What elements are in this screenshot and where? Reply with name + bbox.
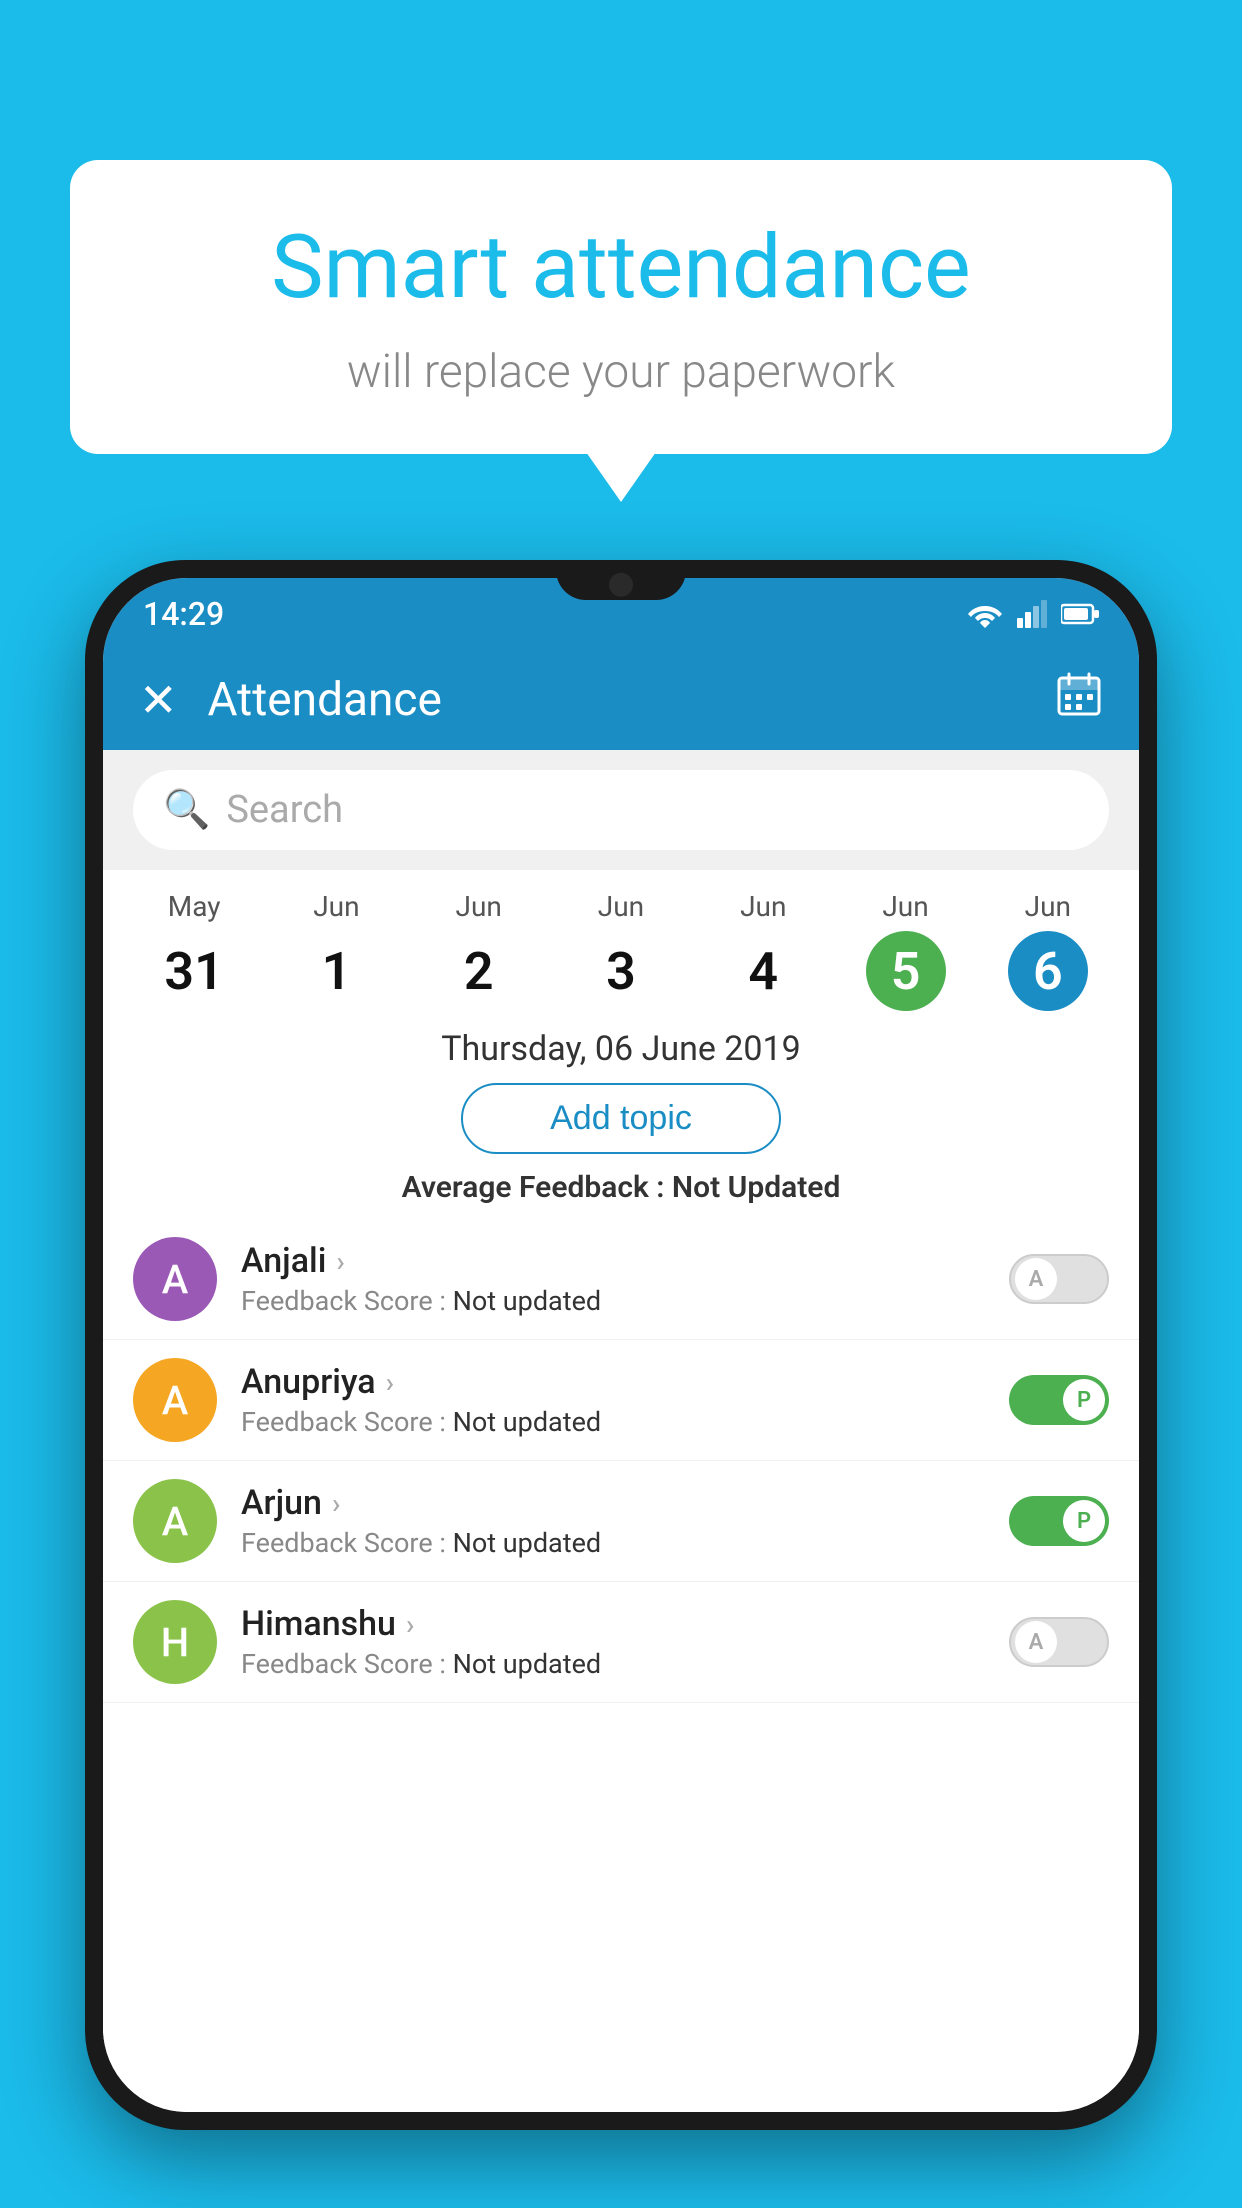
battery-icon xyxy=(1061,602,1099,626)
speech-bubble-subtitle: will replace your paperwork xyxy=(130,345,1112,399)
toggle-wrap-2[interactable]: P xyxy=(1009,1496,1109,1546)
toggle-knob-2: P xyxy=(1063,1500,1105,1542)
avg-feedback-value: Not Updated xyxy=(672,1170,840,1205)
student-info-0: Anjali › Feedback Score : Not updated xyxy=(241,1241,985,1317)
cal-date-label: 2 xyxy=(439,931,519,1011)
toggle-wrap-3[interactable]: A xyxy=(1009,1617,1109,1667)
cal-month-label: Jun xyxy=(550,890,692,923)
toggle-knob-3: A xyxy=(1015,1621,1057,1663)
attendance-toggle-1[interactable]: P xyxy=(1009,1375,1109,1425)
status-icons xyxy=(967,600,1099,628)
search-icon: 🔍 xyxy=(163,788,210,832)
cal-day-1[interactable]: Jun 1 xyxy=(265,890,407,1011)
avg-feedback-label: Average Feedback : xyxy=(402,1170,665,1205)
student-item-2[interactable]: A Arjun › Feedback Score : Not updated P xyxy=(103,1461,1139,1582)
search-container: 🔍 Search xyxy=(103,750,1139,870)
cal-date-label: 4 xyxy=(723,931,803,1011)
student-name-0: Anjali › xyxy=(241,1241,985,1281)
attendance-toggle-0[interactable]: A xyxy=(1009,1254,1109,1304)
cal-day-5[interactable]: Jun 5 xyxy=(834,890,976,1011)
close-button[interactable]: ✕ xyxy=(139,673,178,728)
chevron-icon: › xyxy=(386,1366,394,1399)
add-topic-button[interactable]: Add topic xyxy=(461,1083,781,1154)
student-feedback-2: Feedback Score : Not updated xyxy=(241,1527,985,1559)
calendar-icon[interactable] xyxy=(1055,670,1103,730)
chevron-icon: › xyxy=(332,1487,340,1520)
cal-date-label: 6 xyxy=(1008,931,1088,1011)
cal-day-6[interactable]: Jun 6 xyxy=(977,890,1119,1011)
student-item-3[interactable]: H Himanshu › Feedback Score : Not updated A xyxy=(103,1582,1139,1703)
status-time: 14:29 xyxy=(143,595,224,633)
student-feedback-1: Feedback Score : Not updated xyxy=(241,1406,985,1438)
student-feedback-0: Feedback Score : Not updated xyxy=(241,1285,985,1317)
student-avatar-3: H xyxy=(133,1600,217,1684)
cal-day-3[interactable]: Jun 3 xyxy=(550,890,692,1011)
cal-date-label: 1 xyxy=(296,931,376,1011)
cal-month-label: Jun xyxy=(265,890,407,923)
student-name-3: Himanshu › xyxy=(241,1604,985,1644)
cal-day-4[interactable]: Jun 4 xyxy=(692,890,834,1011)
student-name-1: Anupriya › xyxy=(241,1362,985,1402)
cal-month-label: Jun xyxy=(408,890,550,923)
chevron-icon: › xyxy=(406,1608,414,1641)
student-list: AAnjali ›Feedback Score : Not updatedAAA… xyxy=(103,1219,1139,2112)
speech-bubble-title: Smart attendance xyxy=(130,220,1112,317)
attendance-toggle-2[interactable]: P xyxy=(1009,1496,1109,1546)
student-avatar-1: A xyxy=(133,1358,217,1442)
toggle-knob-0: A xyxy=(1015,1258,1057,1300)
student-avatar-0: A xyxy=(133,1237,217,1321)
chevron-icon: › xyxy=(336,1245,344,1278)
toggle-wrap-0[interactable]: A xyxy=(1009,1254,1109,1304)
student-info-2: Arjun › Feedback Score : Not updated xyxy=(241,1483,985,1559)
attendance-toggle-3[interactable]: A xyxy=(1009,1617,1109,1667)
cal-month-label: Jun xyxy=(977,890,1119,923)
app-bar: ✕ Attendance xyxy=(103,650,1139,750)
student-info-3: Himanshu › Feedback Score : Not updated xyxy=(241,1604,985,1680)
search-input[interactable]: Search xyxy=(226,788,343,832)
cal-day-2[interactable]: Jun 2 xyxy=(408,890,550,1011)
cal-month-label: Jun xyxy=(834,890,976,923)
cal-date-label: 5 xyxy=(866,931,946,1011)
phone-wrapper: 14:29 xyxy=(85,560,1157,2208)
cal-month-label: Jun xyxy=(692,890,834,923)
search-bar[interactable]: 🔍 Search xyxy=(133,770,1109,850)
avg-feedback: Average Feedback : Not Updated xyxy=(103,1170,1139,1205)
signal-icon xyxy=(1017,600,1047,628)
wifi-icon xyxy=(967,600,1003,628)
student-feedback-3: Feedback Score : Not updated xyxy=(241,1648,985,1680)
student-name-2: Arjun › xyxy=(241,1483,985,1523)
calendar-row: May 31 Jun 1 Jun 2 Jun 3 Jun 4 Jun 5 Jun 6 xyxy=(103,870,1139,1011)
phone-outer: 14:29 xyxy=(85,560,1157,2130)
app-bar-title: Attendance xyxy=(208,673,1055,727)
selected-date: Thursday, 06 June 2019 xyxy=(103,1029,1139,1069)
student-item-1[interactable]: A Anupriya › Feedback Score : Not updated P xyxy=(103,1340,1139,1461)
phone-screen: 14:29 xyxy=(103,578,1139,2112)
cal-date-label: 31 xyxy=(154,931,234,1011)
toggle-knob-1: P xyxy=(1063,1379,1105,1421)
notch-camera xyxy=(609,573,633,597)
student-info-1: Anupriya › Feedback Score : Not updated xyxy=(241,1362,985,1438)
phone-notch xyxy=(556,560,686,600)
toggle-wrap-1[interactable]: P xyxy=(1009,1375,1109,1425)
cal-month-label: May xyxy=(123,890,265,923)
student-item-0[interactable]: A Anjali › Feedback Score : Not updated A xyxy=(103,1219,1139,1340)
cal-date-label: 3 xyxy=(581,931,661,1011)
cal-day-0[interactable]: May 31 xyxy=(123,890,265,1011)
speech-bubble: Smart attendance will replace your paper… xyxy=(70,160,1172,454)
student-avatar-2: A xyxy=(133,1479,217,1563)
content-area: 🔍 Search May 31 Jun 1 Jun 2 Jun 3 Jun 4 Jun 5 Jun 6 T… xyxy=(103,750,1139,2112)
